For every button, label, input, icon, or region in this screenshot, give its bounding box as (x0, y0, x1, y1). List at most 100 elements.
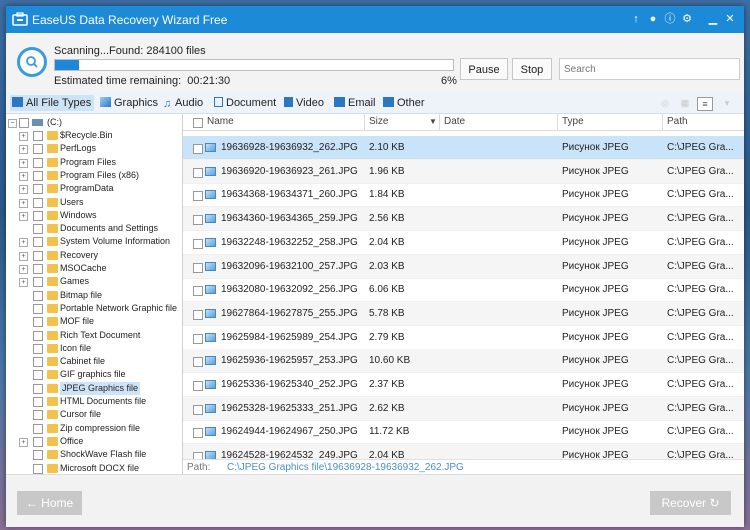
title-bar[interactable]: EaseUS Data Recovery Wizard Free ↑ ● ⓘ ⚙… (6, 6, 744, 33)
tree-checkbox[interactable] (33, 330, 43, 341)
filter-options-icon[interactable]: ▾ (720, 97, 734, 109)
tree-item[interactable]: GIF graphics file (6, 368, 182, 381)
table-row[interactable]: 19625984-19625989_254.JPG 2.79 KB Рисунок … (183, 326, 744, 350)
tree-item[interactable]: Cabinet file (6, 355, 182, 368)
expand-icon[interactable]: + (19, 238, 28, 248)
expand-icon[interactable]: + (19, 145, 28, 155)
tree-item[interactable]: + Users (6, 196, 182, 209)
filter-all-file-types[interactable]: All File Types (10, 95, 95, 111)
pause-button[interactable]: Pause (460, 58, 508, 80)
row-checkbox[interactable] (193, 238, 203, 249)
tree-checkbox[interactable] (33, 250, 43, 261)
tree-checkbox[interactable] (33, 224, 43, 235)
tree-checkbox[interactable] (33, 317, 43, 328)
filter-graphics[interactable]: Graphics (98, 95, 161, 111)
tree-item[interactable]: + System Volume Information (6, 235, 182, 248)
tree-root-drive[interactable]: − (C:) (6, 116, 182, 129)
table-row[interactable]: 19625328-19625333_251.JPG 2.62 KB Рисунок … (183, 396, 744, 421)
select-all-checkbox[interactable] (193, 118, 203, 128)
tree-item[interactable]: ShockWave Flash file (6, 448, 182, 461)
tree-item[interactable]: MOF file (6, 315, 182, 328)
table-row[interactable]: 19632080-19632092_256.JPG 6.06 KB Рисунок … (183, 278, 744, 303)
tree-item[interactable]: + Program Files (x86) (6, 169, 182, 182)
row-checkbox[interactable] (193, 381, 203, 391)
tree-checkbox[interactable] (33, 397, 43, 407)
col-type[interactable]: Type (562, 116, 584, 127)
tree-checkbox[interactable] (33, 144, 43, 155)
home-button[interactable]: ← Home (17, 491, 82, 515)
filter-other[interactable]: Other (381, 95, 428, 111)
expand-icon[interactable]: + (19, 132, 28, 141)
tree-item[interactable]: HTML Documents file (6, 395, 182, 408)
expand-icon[interactable]: + (19, 437, 28, 447)
expand-icon[interactable]: + (19, 185, 28, 195)
expand-icon[interactable]: + (19, 265, 28, 274)
row-checkbox[interactable] (193, 452, 203, 459)
tree-item[interactable]: + ProgramData (6, 182, 182, 195)
tree-checkbox[interactable] (33, 277, 43, 288)
collapse-icon[interactable]: − (8, 119, 17, 128)
preview-icon[interactable]: ◎ (658, 97, 672, 109)
col-size[interactable]: Size (369, 116, 388, 127)
tree-checkbox[interactable] (33, 184, 43, 195)
table-row[interactable]: 19627864-19627875_255.JPG 5.78 KB Рисунок … (183, 301, 744, 326)
tree-item[interactable]: Documents and Settings (6, 222, 182, 235)
gear-icon[interactable]: ⚙ (679, 11, 695, 27)
col-name[interactable]: Name (207, 116, 234, 127)
filter-audio[interactable]: ♫ Audio (161, 95, 206, 111)
tree-item[interactable]: JPEG Graphics file (6, 381, 182, 395)
tree-item[interactable]: Portable Network Graphic file (6, 302, 182, 315)
tree-checkbox[interactable] (33, 383, 43, 394)
minimize-icon[interactable]: ▁ (705, 11, 721, 27)
tree-item[interactable]: Zip compression file (6, 422, 182, 435)
tree-checkbox[interactable] (33, 436, 43, 447)
upload-icon[interactable]: ↑ (628, 11, 644, 27)
row-checkbox[interactable] (193, 333, 203, 344)
table-row[interactable]: 19625936-19625957_253.JPG 10.60 KB Рисунок… (183, 349, 744, 374)
chat-icon[interactable]: ● (645, 11, 661, 27)
tree-item[interactable]: Microsoft DOCX file (6, 462, 182, 475)
tree-item[interactable]: + Games (6, 275, 182, 288)
tree-checkbox[interactable] (33, 463, 43, 474)
col-path[interactable]: Path (667, 116, 688, 127)
row-checkbox[interactable] (193, 144, 203, 154)
tree-checkbox[interactable] (33, 290, 43, 301)
table-row[interactable]: 19625336-19625340_252.JPG 2.37 KB Рисунок … (183, 373, 744, 397)
info-icon[interactable]: ⓘ (662, 11, 678, 27)
table-row[interactable]: 19636920-19636923_261.JPG 1.96 KB Рисунок … (183, 159, 744, 184)
filter-video[interactable]: Video (282, 95, 327, 111)
tree-checkbox[interactable] (33, 197, 43, 208)
table-row[interactable]: 19632248-19632252_258.JPG 2.04 KB Рисунок … (183, 231, 744, 255)
tree-checkbox[interactable] (33, 170, 43, 181)
recover-button[interactable]: Recover ↻ (650, 491, 731, 515)
expand-icon[interactable]: + (19, 158, 28, 168)
table-row[interactable]: 19636928-19636932_262.JPG 2.10 KB Рисунок … (183, 136, 744, 160)
tree-item[interactable]: + Windows (6, 209, 182, 222)
tree-item[interactable]: + PerfLogs (6, 142, 182, 155)
row-checkbox[interactable] (193, 191, 203, 202)
expand-icon[interactable]: + (19, 251, 28, 261)
tree-item[interactable]: Cursor file (6, 408, 182, 421)
filter-email[interactable]: Email (332, 95, 379, 111)
tree-checkbox[interactable] (33, 450, 43, 461)
tree-item[interactable]: + Office (6, 435, 182, 448)
tree-item[interactable]: + Recovery (6, 249, 182, 262)
tree-checkbox[interactable] (33, 264, 43, 274)
tree-item[interactable]: + $Recycle.Bin (6, 129, 182, 142)
col-date[interactable]: Date (444, 116, 465, 127)
row-checkbox[interactable] (193, 428, 203, 439)
tree-checkbox[interactable] (33, 410, 43, 421)
row-checkbox[interactable] (193, 262, 203, 273)
table-row[interactable]: 19634368-19634371_260.JPG 1.84 KB Рисунок … (183, 183, 744, 208)
row-checkbox[interactable] (193, 167, 203, 178)
tree-checkbox[interactable] (33, 357, 43, 368)
tree-checkbox[interactable] (33, 370, 43, 381)
table-row[interactable]: 19634360-19634365_259.JPG 2.56 KB Рисунок … (183, 207, 744, 232)
expand-icon[interactable]: + (19, 198, 28, 208)
close-icon[interactable]: ✕ (722, 11, 738, 27)
row-checkbox[interactable] (193, 286, 203, 297)
row-checkbox[interactable] (193, 309, 203, 320)
tree-checkbox[interactable] (33, 303, 43, 314)
row-checkbox[interactable] (193, 357, 203, 368)
tree-checkbox[interactable] (33, 343, 43, 354)
